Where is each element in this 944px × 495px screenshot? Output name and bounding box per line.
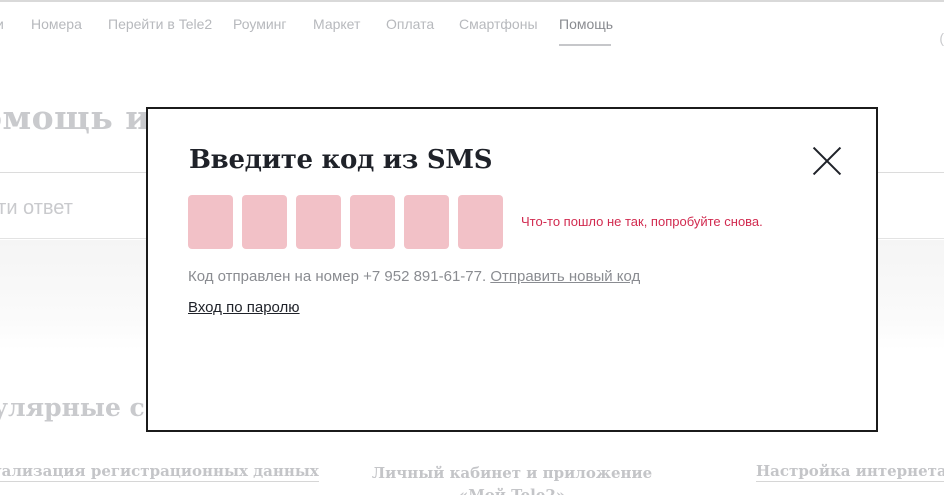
code-digit-6[interactable]	[458, 195, 503, 249]
code-digit-2[interactable]	[242, 195, 287, 249]
search-icon[interactable]: (	[939, 30, 944, 46]
nav-item-partial[interactable]: и	[0, 16, 4, 32]
top-border	[0, 0, 944, 2]
popular-link-internet-setup[interactable]: Настройка интернета н	[756, 462, 944, 482]
nav-item-payment[interactable]: Оплата	[386, 16, 434, 32]
nav-item-help[interactable]: Помощь	[559, 16, 613, 32]
modal-title: Введите код из SMS	[189, 145, 493, 175]
popular-section-title: улярные с	[0, 393, 145, 422]
nav-item-roaming[interactable]: Роуминг	[233, 16, 286, 32]
resend-code-link[interactable]: Отправить новый код	[490, 268, 640, 285]
nav-item-numbers[interactable]: Номера	[31, 16, 82, 32]
nav-active-underline	[559, 44, 611, 46]
nav-item-switch-to-tele2[interactable]: Перейти в Tele2	[108, 16, 212, 32]
page-title: омощь и	[0, 98, 151, 137]
error-message: Что-то пошло не так, попробуйте снова.	[521, 214, 763, 229]
code-digit-5[interactable]	[404, 195, 449, 249]
sms-code-inputs	[188, 195, 503, 249]
code-digit-3[interactable]	[296, 195, 341, 249]
code-sent-text: Код отправлен на номер +7 952 891-61-77.	[188, 268, 487, 285]
main-nav: и Номера Перейти в Tele2 Роуминг Маркет …	[0, 14, 944, 48]
nav-item-market[interactable]: Маркет	[313, 16, 360, 32]
password-login-link[interactable]: Вход по паролю	[188, 299, 300, 316]
sms-code-modal: Введите код из SMS Что-то пошло не так, …	[146, 107, 878, 432]
code-sent-info: Код отправлен на номер +7 952 891-61-77.…	[188, 268, 640, 285]
popular-link-my-tele2[interactable]: Личный кабинет и приложение «Мой Tele2»	[357, 462, 667, 495]
help-search-input[interactable]: йти ответ	[0, 197, 73, 220]
nav-item-smartphones[interactable]: Смартфоны	[459, 16, 538, 32]
close-icon[interactable]	[808, 142, 846, 180]
code-digit-1[interactable]	[188, 195, 233, 249]
popular-link-registration[interactable]: уализация регистрационных данных	[0, 462, 319, 482]
code-digit-4[interactable]	[350, 195, 395, 249]
